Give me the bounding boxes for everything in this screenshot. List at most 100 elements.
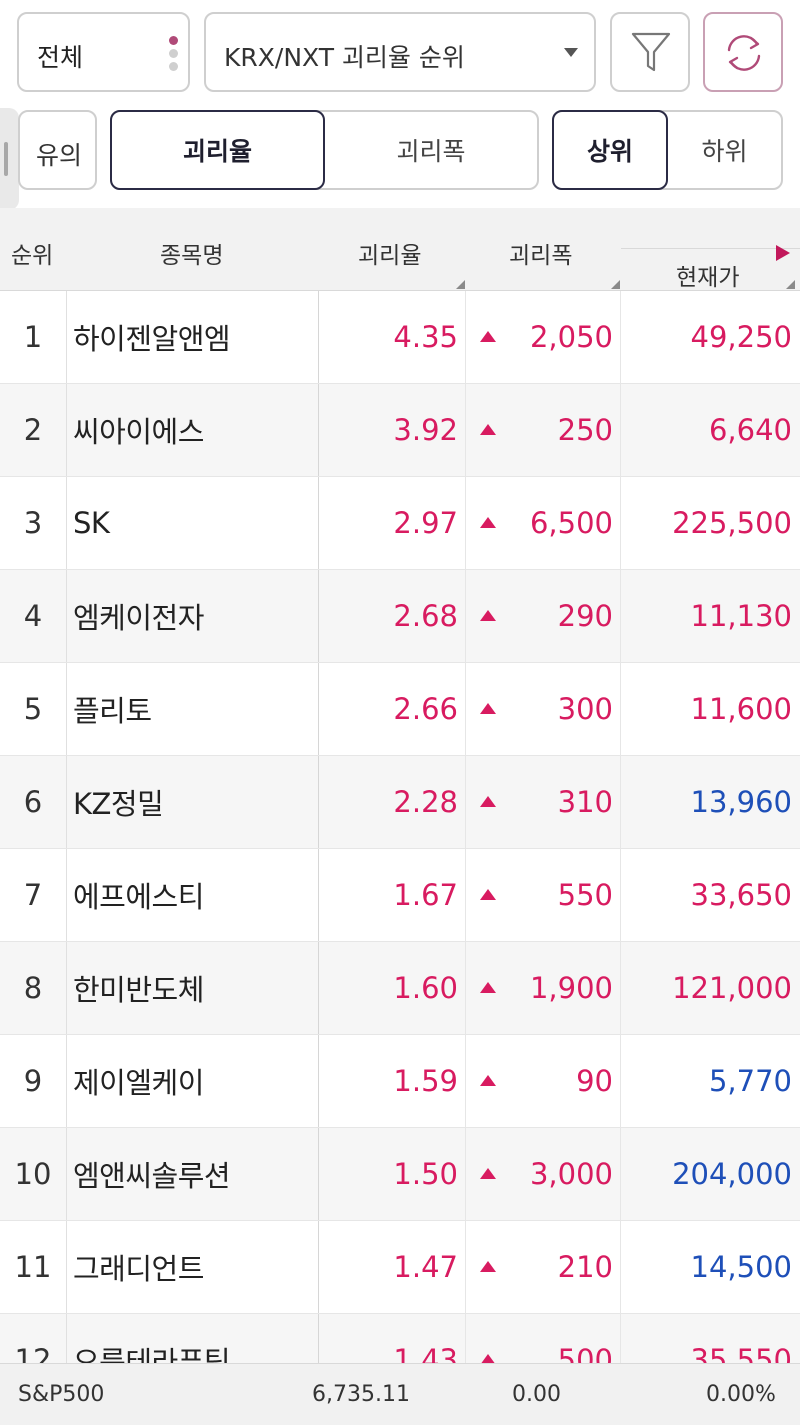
- tab-bottom[interactable]: 하위: [668, 112, 781, 188]
- filter-button[interactable]: [610, 12, 690, 92]
- table-row[interactable]: 10 엠앤씨솔루션 1.50 3,000 204,000: [0, 1128, 800, 1221]
- rate-cell: 1.50: [319, 1128, 466, 1220]
- up-triangle-icon: [480, 1261, 496, 1272]
- table-row[interactable]: 9 제이엘케이 1.59 90 5,770: [0, 1035, 800, 1128]
- rate-cell: 2.28: [319, 756, 466, 848]
- table-row[interactable]: 11 그래디언트 1.47 210 14,500: [0, 1221, 800, 1314]
- width-cell: 1,900: [466, 942, 621, 1034]
- width-value: 3,000: [529, 1157, 613, 1191]
- table-header: 순위 종목명 괴리율 괴리폭 현재가: [0, 208, 800, 291]
- width-cell: 6,500: [466, 477, 621, 569]
- index-value: 6,735.11: [312, 1382, 410, 1407]
- stock-name-cell[interactable]: 오름테라퓨틱: [67, 1314, 319, 1363]
- width-value: 300: [557, 692, 613, 726]
- width-value: 2,050: [529, 320, 613, 354]
- header-divider: [621, 248, 800, 249]
- rate-cell: 3.92: [319, 384, 466, 476]
- price-cell: 6,640: [708, 413, 792, 447]
- stock-name-cell[interactable]: 엠케이전자: [67, 570, 319, 662]
- width-cell: 550: [466, 849, 621, 941]
- side-drawer-handle[interactable]: [0, 108, 19, 210]
- market-select[interactable]: 전체: [17, 12, 190, 92]
- table-row[interactable]: 6 KZ정밀 2.28 310 13,960: [0, 756, 800, 849]
- index-change: 0.00: [512, 1382, 561, 1407]
- width-value: 550: [557, 878, 613, 912]
- header-rank: 순위: [11, 243, 54, 269]
- width-value: 500: [557, 1343, 613, 1363]
- table-row[interactable]: 2 씨아이에스 3.92 250 6,640: [0, 384, 800, 477]
- caret-down-icon: [564, 48, 578, 57]
- stock-name-cell[interactable]: 하이젠알앤엠: [67, 291, 319, 383]
- header-width[interactable]: 괴리폭: [509, 236, 572, 270]
- stock-name-cell[interactable]: SK: [67, 477, 319, 569]
- tab-divergence-rate[interactable]: 괴리율: [110, 110, 325, 190]
- caution-label: 유의: [36, 141, 83, 170]
- price-cell: 49,250: [690, 320, 792, 354]
- metric-toggle: 괴리율 괴리폭: [110, 110, 539, 190]
- index-ticker-bar[interactable]: S&P500 6,735.11 0.00 0.00%: [0, 1363, 800, 1425]
- width-value: 290: [557, 599, 613, 633]
- price-cell: 13,960: [690, 785, 792, 819]
- rank-cell: 1: [0, 291, 67, 383]
- width-cell: 2,050: [466, 291, 621, 383]
- stock-name-cell[interactable]: KZ정밀: [67, 756, 319, 848]
- table-row[interactable]: 3 SK 2.97 6,500 225,500: [0, 477, 800, 570]
- header-price[interactable]: 현재가: [676, 258, 739, 292]
- header-rate[interactable]: 괴리율: [358, 236, 421, 270]
- tab-divergence-width[interactable]: 괴리폭: [325, 112, 537, 188]
- stock-name-cell[interactable]: 씨아이에스: [67, 384, 319, 476]
- refresh-icon: [727, 35, 761, 71]
- up-triangle-icon: [480, 1168, 496, 1179]
- width-value: 90: [576, 1064, 613, 1098]
- up-triangle-icon: [480, 424, 496, 435]
- rank-cell: 8: [0, 942, 67, 1034]
- width-value: 210: [557, 1250, 613, 1284]
- order-toggle: 상위 하위: [552, 110, 783, 190]
- price-cell: 11,600: [690, 692, 792, 726]
- next-columns-arrow-icon[interactable]: [776, 245, 790, 261]
- up-triangle-icon: [480, 517, 496, 528]
- price-cell: 121,000: [672, 971, 792, 1005]
- sort-corner-icon: [786, 280, 795, 289]
- stock-name-cell[interactable]: 제이엘케이: [67, 1035, 319, 1127]
- table-row[interactable]: 8 한미반도체 1.60 1,900 121,000: [0, 942, 800, 1035]
- rank-cell: 4: [0, 570, 67, 662]
- header-name[interactable]: 종목명: [160, 236, 223, 270]
- table-row[interactable]: 1 하이젠알앤엠 4.35 2,050 49,250: [0, 291, 800, 384]
- price-cell: 35,550: [690, 1343, 792, 1363]
- up-triangle-icon: [480, 703, 496, 714]
- table-row[interactable]: 7 에프에스티 1.67 550 33,650: [0, 849, 800, 942]
- stock-name-cell[interactable]: 에프에스티: [67, 849, 319, 941]
- rank-cell: 2: [0, 384, 67, 476]
- caution-button[interactable]: 유의: [18, 110, 97, 190]
- table-row[interactable]: 5 플리토 2.66 300 11,600: [0, 663, 800, 756]
- market-select-label: 전체: [37, 43, 84, 72]
- dots-vertical-icon[interactable]: [169, 36, 179, 75]
- tab-top[interactable]: 상위: [552, 110, 668, 190]
- rate-cell: 2.97: [319, 477, 466, 569]
- up-triangle-icon: [480, 982, 496, 993]
- table-row[interactable]: 12 오름테라퓨틱 1.43 500 35,550: [0, 1314, 800, 1363]
- table-row[interactable]: 4 엠케이전자 2.68 290 11,130: [0, 570, 800, 663]
- stock-name-cell[interactable]: 엠앤씨솔루션: [67, 1128, 319, 1220]
- stock-name-cell[interactable]: 한미반도체: [67, 942, 319, 1034]
- rank-cell: 7: [0, 849, 67, 941]
- ranking-type-select[interactable]: KRX/NXT 괴리율 순위: [204, 12, 596, 92]
- rate-cell: 4.35: [319, 291, 466, 383]
- width-value: 250: [557, 413, 613, 447]
- rate-cell: 1.43: [319, 1314, 466, 1363]
- rate-cell: 2.66: [319, 663, 466, 755]
- up-triangle-icon: [480, 889, 496, 900]
- rank-cell: 10: [0, 1128, 67, 1220]
- up-triangle-icon: [480, 1354, 496, 1363]
- rank-cell: 11: [0, 1221, 67, 1313]
- stock-name-cell[interactable]: 플리토: [67, 663, 319, 755]
- price-cell: 5,770: [708, 1064, 792, 1098]
- width-value: 6,500: [529, 506, 613, 540]
- sort-corner-icon: [611, 280, 620, 289]
- up-triangle-icon: [480, 610, 496, 621]
- stock-name-cell[interactable]: 그래디언트: [67, 1221, 319, 1313]
- width-cell: 290: [466, 570, 621, 662]
- up-triangle-icon: [480, 1075, 496, 1086]
- refresh-button[interactable]: [703, 12, 783, 92]
